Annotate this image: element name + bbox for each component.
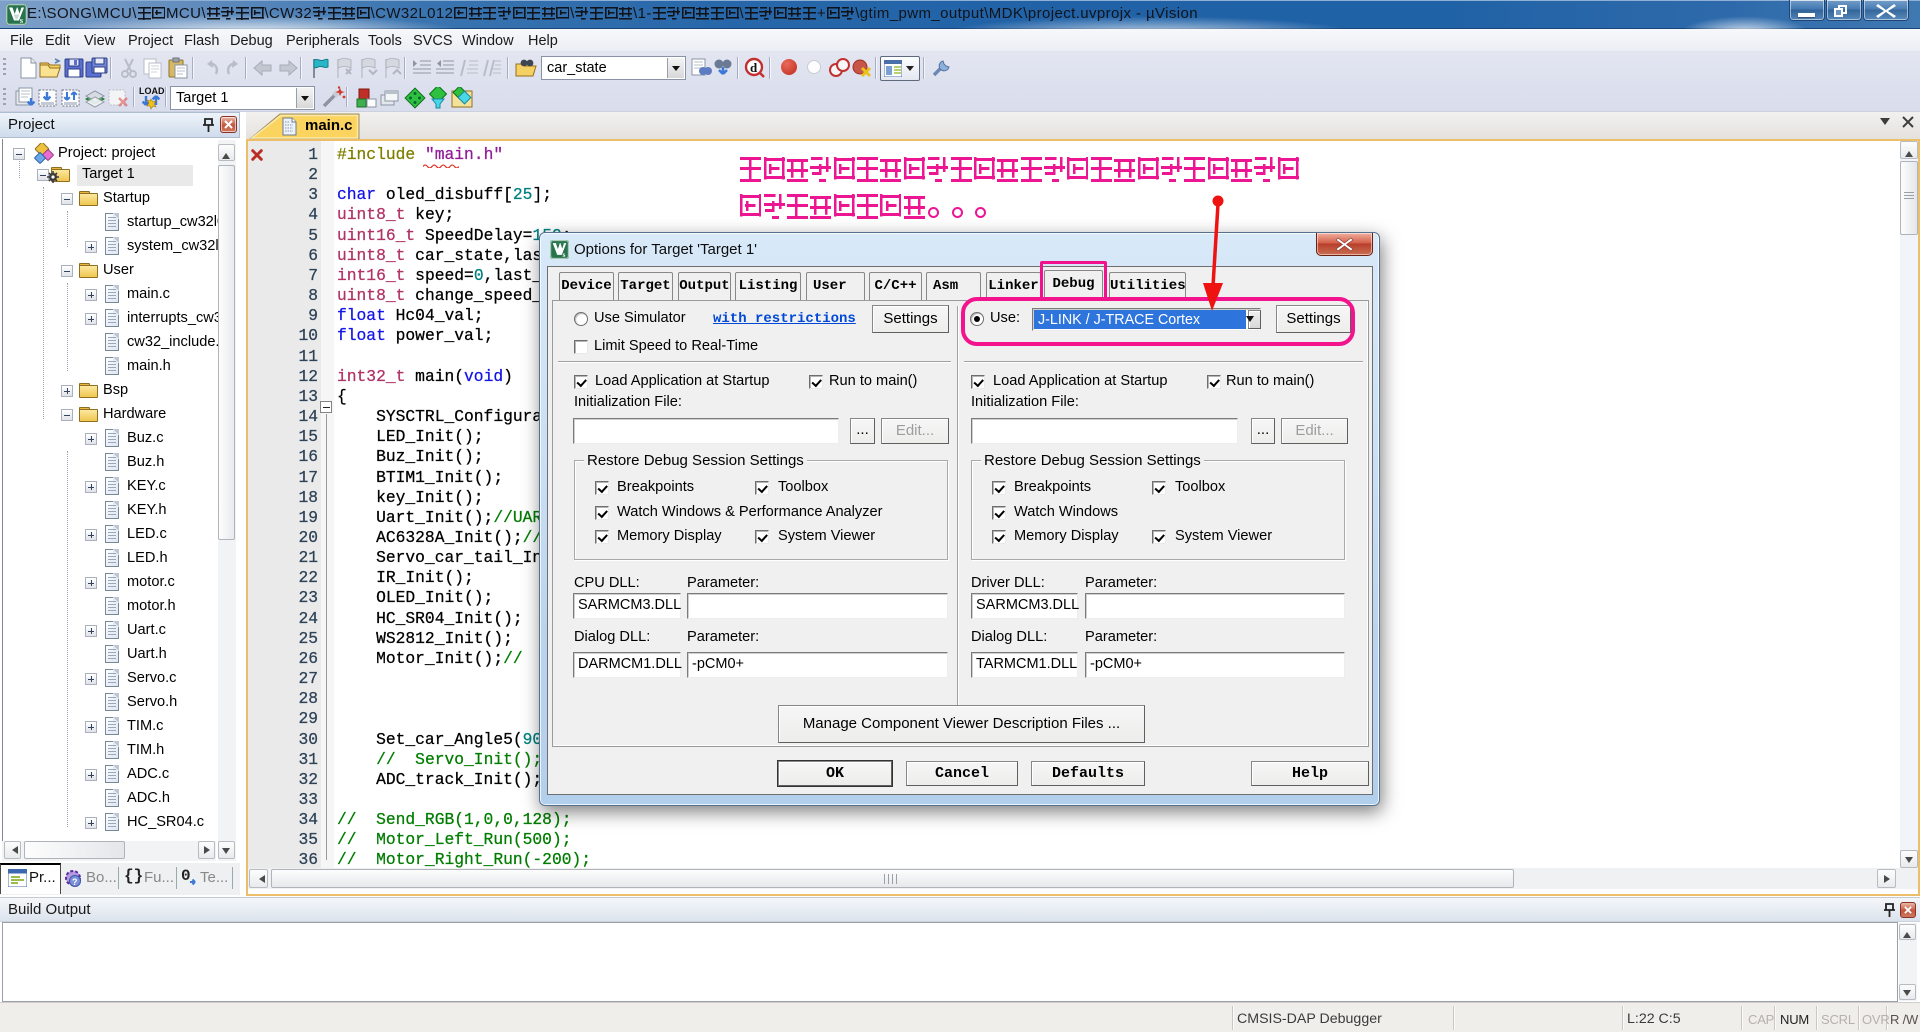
svg-text:s: s (562, 250, 565, 259)
svg-text:?: ? (72, 877, 78, 887)
svg-text:d: d (750, 60, 758, 75)
svg-text:LOAD: LOAD (139, 86, 165, 96)
